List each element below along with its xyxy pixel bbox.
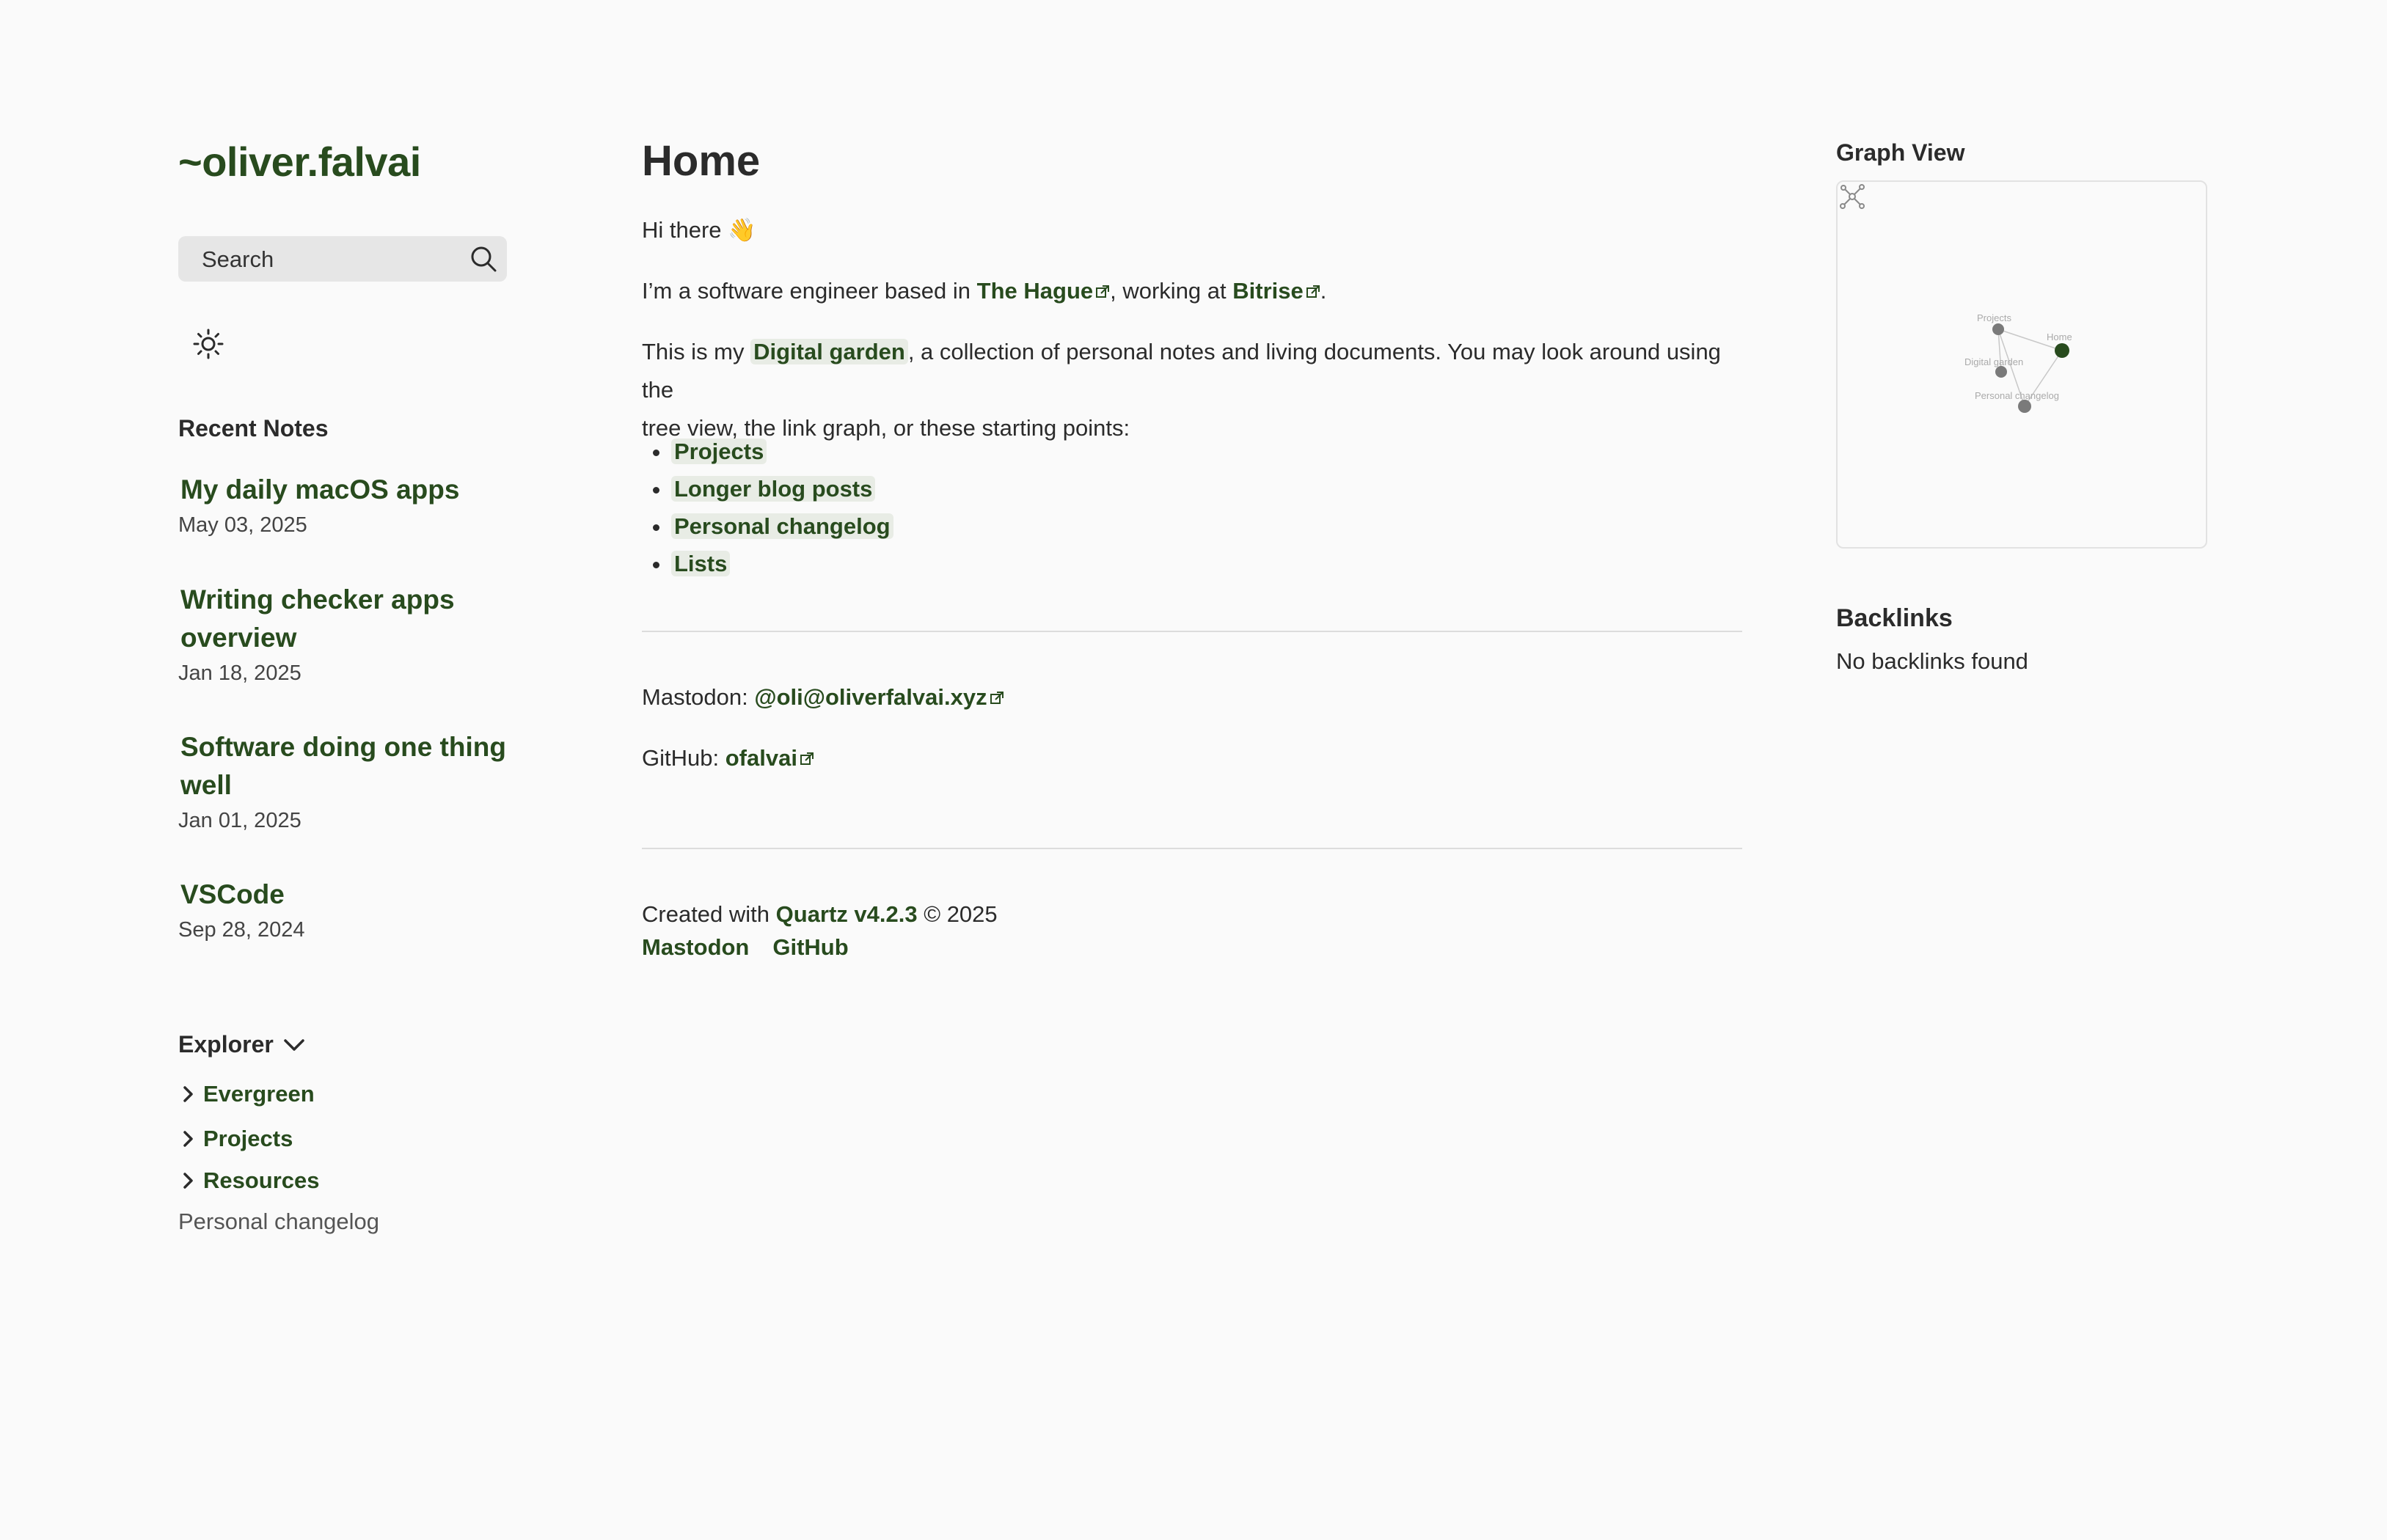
digital-garden-link[interactable]: Digital garden <box>750 339 908 364</box>
graph-view-heading: Graph View <box>1836 139 1965 166</box>
explorer-folder-projects[interactable]: Projects <box>178 1126 293 1152</box>
recent-note-date: Sep 28, 2024 <box>178 918 305 942</box>
chevron-right-icon <box>183 1086 193 1102</box>
github-profile-link[interactable]: ofalvai <box>725 745 814 771</box>
graph-node-label: Projects <box>1977 312 2011 323</box>
longer-blog-posts-link[interactable]: Longer blog posts <box>671 476 876 502</box>
explorer-folder-label: Projects <box>203 1126 293 1151</box>
explorer-folder-label: Evergreen <box>203 1081 315 1107</box>
bitrise-link-label: Bitrise <box>1232 278 1304 304</box>
mastodon-label: Mastodon: <box>642 684 755 710</box>
site-title[interactable]: ~oliver.falvai <box>178 138 421 186</box>
recent-note-title[interactable]: My daily macOS apps <box>178 471 530 509</box>
intro-text: . <box>1320 278 1327 304</box>
external-link-icon <box>1096 285 1110 298</box>
quartz-link[interactable]: Quartz v4.2.3 <box>776 901 918 927</box>
explorer-folder-resources[interactable]: Resources <box>178 1167 320 1194</box>
graph-node-label: Digital garden <box>1964 356 2023 367</box>
external-link-icon <box>1306 285 1320 298</box>
footer-text: © 2025 <box>917 901 998 927</box>
recent-note: VSCode Sep 28, 2024 <box>178 876 530 946</box>
chevron-right-icon <box>183 1173 193 1189</box>
recent-note-title[interactable]: Writing checker apps overview <box>178 581 503 657</box>
graph-node[interactable] <box>1995 366 2007 378</box>
external-link-icon <box>990 692 1004 704</box>
garden-text: This is my <box>642 339 751 364</box>
backlinks-empty-message: No backlinks found <box>1836 648 2028 674</box>
list-item: Personal changelog <box>671 507 893 545</box>
footer-mastodon-link[interactable]: Mastodon <box>642 934 749 961</box>
bitrise-link[interactable]: Bitrise <box>1232 278 1320 304</box>
projects-link[interactable]: Projects <box>671 439 767 464</box>
graph-node-label: Personal changelog <box>1975 390 2059 401</box>
intro-paragraph: I’m a software engineer based in The Hag… <box>642 272 1742 310</box>
lists-link[interactable]: Lists <box>671 551 731 576</box>
mastodon-profile-link[interactable]: @oli@oliverfalvai.xyz <box>754 684 1004 710</box>
recent-note-title[interactable]: VSCode <box>178 876 530 914</box>
graph-node[interactable] <box>2018 400 2031 413</box>
footer-links: Mastodon GitHub <box>642 934 849 961</box>
recent-note-date: Jan 18, 2025 <box>178 661 301 685</box>
garden-paragraph: This is my Digital garden, a collection … <box>642 333 1742 447</box>
graph-view[interactable]: Projects Home Digital garden Personal ch… <box>1836 180 2207 549</box>
sun-icon[interactable] <box>193 329 224 359</box>
graph-node-current[interactable] <box>2055 343 2069 358</box>
personal-changelog-link[interactable]: Personal changelog <box>671 513 893 539</box>
explorer-heading: Explorer <box>178 1031 274 1057</box>
list-item: Lists <box>671 545 893 582</box>
footer-github-link[interactable]: GitHub <box>772 934 848 961</box>
search-label: Search <box>202 246 274 272</box>
global-graph-icon[interactable] <box>1838 182 1867 211</box>
recent-notes-heading: Recent Notes <box>178 415 329 441</box>
footer-text: Created with <box>642 901 776 927</box>
graph-node[interactable] <box>1992 323 2004 335</box>
explorer-folder-evergreen[interactable]: Evergreen <box>178 1081 315 1107</box>
explorer-file-personal-changelog[interactable]: Personal changelog <box>178 1209 379 1235</box>
chevron-right-icon <box>183 1131 193 1147</box>
graph-canvas[interactable]: Projects Home Digital garden Personal ch… <box>1838 182 2206 547</box>
recent-note: My daily macOS apps May 03, 2025 <box>178 471 530 541</box>
greeting: Hi there 👋 <box>642 217 756 243</box>
github-profile-label: ofalvai <box>725 745 797 771</box>
footer-credit: Created with Quartz v4.2.3 © 2025 <box>642 895 1742 934</box>
chevron-down-icon <box>284 1038 304 1051</box>
the-hague-link-label: The Hague <box>976 278 1094 304</box>
starting-points-list: Projects Longer blog posts Personal chan… <box>640 433 893 582</box>
recent-note-date: May 03, 2025 <box>178 513 307 537</box>
intro-text: I’m a software engineer based in <box>642 278 977 304</box>
recent-note-title[interactable]: Software doing one thing well <box>178 728 533 804</box>
recent-note-date: Jan 01, 2025 <box>178 809 301 832</box>
backlinks-heading: Backlinks <box>1836 604 1953 632</box>
divider <box>642 631 1742 632</box>
mastodon-profile-label: @oli@oliverfalvai.xyz <box>754 684 987 710</box>
intro-text: , working at <box>1110 278 1233 304</box>
mastodon-line: Mastodon: @oli@oliverfalvai.xyz <box>642 678 1742 716</box>
search-button[interactable]: Search <box>178 236 507 282</box>
list-item: Projects <box>671 433 893 470</box>
github-label: GitHub: <box>642 745 725 771</box>
external-link-icon <box>800 752 814 765</box>
graph-node-label: Home <box>2047 331 2072 342</box>
github-line: GitHub: ofalvai <box>642 739 1742 777</box>
search-icon <box>471 246 497 272</box>
divider <box>642 848 1742 849</box>
explorer-toggle[interactable]: Explorer <box>178 1031 307 1058</box>
list-item: Longer blog posts <box>671 470 893 507</box>
recent-note: Software doing one thing well Jan 01, 20… <box>178 728 530 837</box>
page-title: Home <box>642 137 761 185</box>
recent-note: Writing checker apps overview Jan 18, 20… <box>178 581 530 689</box>
explorer-folder-label: Resources <box>203 1167 320 1193</box>
the-hague-link[interactable]: The Hague <box>977 278 1110 304</box>
